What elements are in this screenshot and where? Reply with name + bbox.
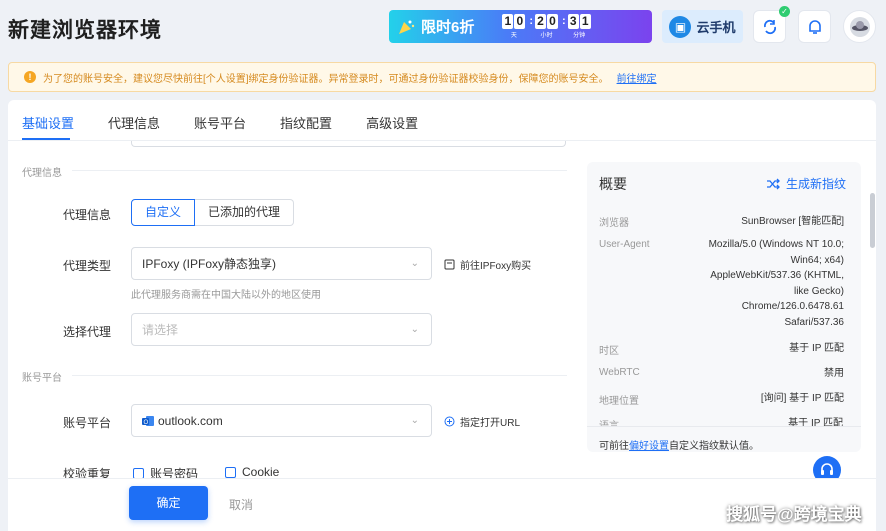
shuffle-icon	[767, 178, 780, 189]
sync-button[interactable]: ✓	[753, 6, 790, 43]
notifications-button[interactable]	[798, 10, 831, 43]
security-notice: ! 为了您的账号安全，建议您尽快前往[个人设置]绑定身份验证器。异常登录时，可通…	[8, 62, 876, 92]
page-title: 新建浏览器环境	[8, 19, 162, 42]
summary-row-value: 基于 IP 匹配	[789, 343, 844, 354]
account-platform-label: 账号平台	[62, 416, 111, 430]
chevron-down-icon: ⌄	[410, 415, 419, 426]
check-cookie-label: Cookie	[242, 465, 280, 479]
tab-account-platform[interactable]: 账号平台	[194, 113, 246, 132]
active-tab-indicator	[22, 138, 70, 140]
tab-advanced[interactable]: 高级设置	[366, 113, 418, 132]
summary-row-key: 地理位置	[599, 396, 639, 407]
notice-text: 为了您的账号安全，建议您尽快前往[个人设置]绑定身份验证器。异常登录时，可通过身…	[43, 73, 609, 85]
countdown-digit: 1	[502, 14, 514, 29]
checkbox-icon	[225, 466, 236, 478]
section-heading-proxy: 代理信息	[22, 168, 62, 179]
chevron-down-icon: ⌄	[410, 258, 419, 269]
summary-row-key: WebRTC	[599, 367, 640, 378]
countdown-digit: 0	[514, 14, 526, 29]
summary-footnote: 可前往偏好设置自定义指纹默认值。	[599, 437, 759, 452]
select-proxy-label: 选择代理	[62, 325, 111, 339]
summary-row-value: Mozilla/5.0 (Windows NT 10.0; Win64; x64…	[708, 239, 844, 328]
select-proxy-placeholder: 请选择	[142, 323, 179, 337]
summary-row-value: SunBrowser [智能匹配]	[741, 216, 844, 227]
summary-row-key: 浏览器	[599, 218, 629, 229]
avatar[interactable]	[843, 10, 876, 43]
promo-label: 限时6折	[421, 19, 475, 36]
warning-icon: !	[24, 71, 36, 83]
proxy-mode-added[interactable]: 已添加的代理	[195, 199, 295, 226]
countdown-digit: 1	[579, 14, 591, 29]
headset-icon	[821, 463, 833, 475]
proxy-type-hint: 此代理服务商需在中国大陆以外的地区使用	[131, 290, 321, 301]
section-divider	[72, 375, 567, 376]
party-popper-icon	[399, 20, 415, 34]
section-heading-account: 账号平台	[22, 373, 62, 384]
summary-row-key: 时区	[599, 346, 619, 357]
section-divider	[72, 170, 567, 171]
chevron-down-icon: ⌄	[410, 324, 419, 335]
summary-row-key: User-Agent	[599, 239, 650, 250]
avatar-icon	[849, 16, 870, 37]
proxy-info-label: 代理信息	[62, 208, 111, 222]
cancel-button[interactable]: 取消	[229, 496, 253, 513]
account-platform-select[interactable]: O outlook.com ⌄	[131, 404, 432, 437]
summary-row-value: [询问] 基于 IP 匹配	[760, 393, 844, 404]
preferences-link[interactable]: 偏好设置	[629, 441, 669, 452]
summary-row-value: 基于 IP 匹配	[788, 418, 843, 426]
summary-title: 概要	[599, 176, 627, 192]
buy-proxy-label: 前往IPFoxy购买	[460, 261, 532, 272]
check-badge-icon: ✓	[779, 6, 790, 17]
confirm-button[interactable]: 确定	[129, 486, 208, 520]
promo-banner[interactable]: 限时6折 10天 : 2 0 小时 : 3 1 分钟	[389, 10, 652, 43]
summary-clipped-row: 语言 基于 IP 匹配	[587, 412, 861, 426]
buy-proxy-link[interactable]: 前往IPFoxy购买	[444, 257, 531, 272]
account-platform-value: outlook.com	[158, 413, 223, 428]
foot-prefix: 可前往	[599, 441, 629, 452]
select-proxy-dropdown[interactable]: 请选择 ⌄	[131, 313, 432, 346]
sync-icon	[763, 19, 776, 34]
cloud-phone-button[interactable]: ▣ 云手机	[662, 10, 743, 43]
watermark-text: 搜狐号@跨境宝典	[726, 505, 862, 524]
proxy-type-value: IPFoxy (IPFoxy静态独享)	[142, 257, 277, 271]
countdown-unit: 分钟	[573, 33, 586, 39]
proxy-type-label: 代理类型	[62, 259, 111, 273]
countdown-digit: 0	[547, 14, 559, 29]
countdown-timer: 10天 : 2 0 小时 : 3 1 分钟	[502, 14, 592, 39]
proxy-mode-custom[interactable]: 自定义	[131, 199, 196, 226]
summary-row-key: 语言	[599, 417, 619, 426]
summary-row-value: 禁用	[824, 368, 844, 379]
generate-fingerprint-button[interactable]: 生成新指纹	[766, 175, 846, 192]
bell-icon	[808, 19, 821, 34]
cloud-phone-label: 云手机	[696, 20, 736, 35]
generate-fingerprint-label: 生成新指纹	[786, 177, 847, 191]
bind-now-link[interactable]: 前往绑定	[617, 70, 657, 85]
settings-tabs: 基础设置 代理信息 账号平台 指纹配置 高级设置	[22, 113, 418, 132]
plus-circle-icon	[444, 416, 455, 427]
check-cookie[interactable]: Cookie	[225, 465, 279, 479]
scrollbar-thumb[interactable]	[870, 193, 875, 248]
external-link-icon	[444, 259, 455, 270]
tab-fingerprint[interactable]: 指纹配置	[280, 113, 332, 132]
summary-divider	[587, 426, 861, 427]
tab-proxy-info[interactable]: 代理信息	[108, 113, 160, 132]
outlook-icon: O	[142, 415, 154, 426]
countdown-digit: 2	[535, 14, 547, 29]
foot-suffix: 自定义指纹默认值。	[669, 441, 759, 452]
tab-basic-settings[interactable]: 基础设置	[22, 113, 74, 132]
proxy-mode-segmented: 自定义 已添加的代理	[131, 199, 295, 226]
svg-text:O: O	[144, 420, 149, 426]
countdown-unit: 天	[510, 33, 517, 39]
open-url-link[interactable]: 指定打开URL	[444, 414, 520, 429]
countdown-unit: 小时	[540, 33, 553, 39]
countdown-digit: 3	[567, 14, 579, 29]
previous-field-edge	[131, 141, 566, 147]
proxy-type-select[interactable]: IPFoxy (IPFoxy静态独享) ⌄	[131, 247, 432, 280]
open-url-label: 指定打开URL	[460, 418, 521, 429]
cloud-phone-icon: ▣	[669, 15, 692, 38]
